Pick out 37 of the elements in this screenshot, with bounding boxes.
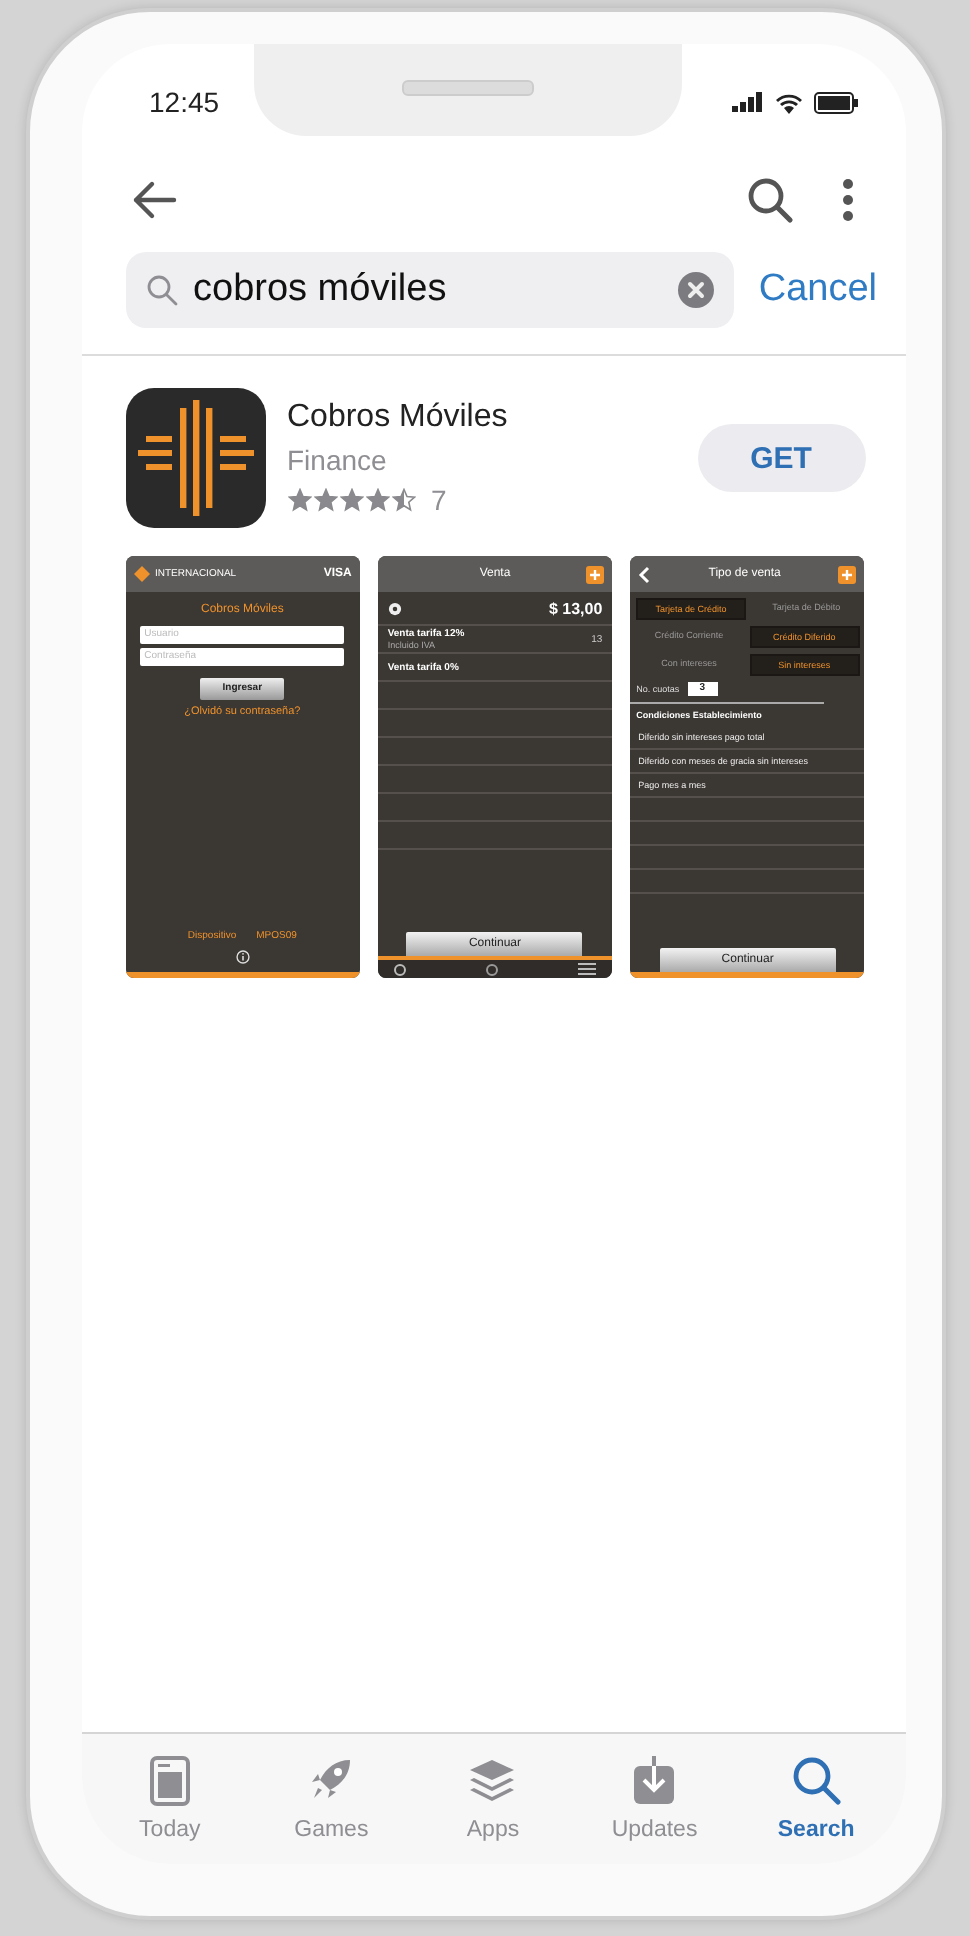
star-icon <box>313 488 337 512</box>
tab-bar-item[interactable]: Updates <box>594 1742 715 1864</box>
app-icon[interactable] <box>125 388 265 528</box>
search-icon[interactable] <box>745 176 793 224</box>
battery-icon <box>813 91 857 113</box>
status-time: 12:45 <box>149 86 220 118</box>
back-chevron-icon <box>638 565 651 583</box>
speaker-grille <box>401 80 533 96</box>
search-icon <box>145 274 177 306</box>
tab-bar-item[interactable]: Games <box>271 1742 392 1864</box>
layers-icon <box>466 1754 519 1806</box>
tab-bar-item[interactable]: Search <box>756 1742 877 1864</box>
app-category: Finance <box>287 444 389 476</box>
app-screenshot[interactable] <box>630 556 865 978</box>
rating-count: 7 <box>431 484 447 516</box>
sale-amount: $ 13,00 <box>548 599 603 617</box>
info-icon <box>235 950 250 964</box>
more-options-icon[interactable] <box>841 178 853 222</box>
signal-icon <box>731 92 763 112</box>
tab-bar-item[interactable]: Today <box>109 1742 230 1864</box>
get-button[interactable]: GET <box>697 424 865 492</box>
wifi-icon <box>773 91 803 113</box>
list-icon <box>578 962 597 976</box>
plus-icon <box>586 565 605 583</box>
back-arrow-icon[interactable] <box>129 180 177 220</box>
bank-logo-icon <box>133 566 149 582</box>
star-icon <box>365 488 389 512</box>
tab-bar-item[interactable]: Apps <box>432 1742 553 1864</box>
cancel-button[interactable]: Cancel <box>758 268 877 312</box>
clear-icon[interactable] <box>678 272 715 308</box>
search-field[interactable]: cobros móviles <box>125 252 735 328</box>
star-icon <box>391 488 415 512</box>
app-name[interactable]: Cobros Móviles <box>287 400 697 436</box>
star-icon <box>287 488 311 512</box>
search-icon <box>790 1754 843 1806</box>
star-icon <box>339 488 363 512</box>
plus-icon <box>838 565 857 583</box>
